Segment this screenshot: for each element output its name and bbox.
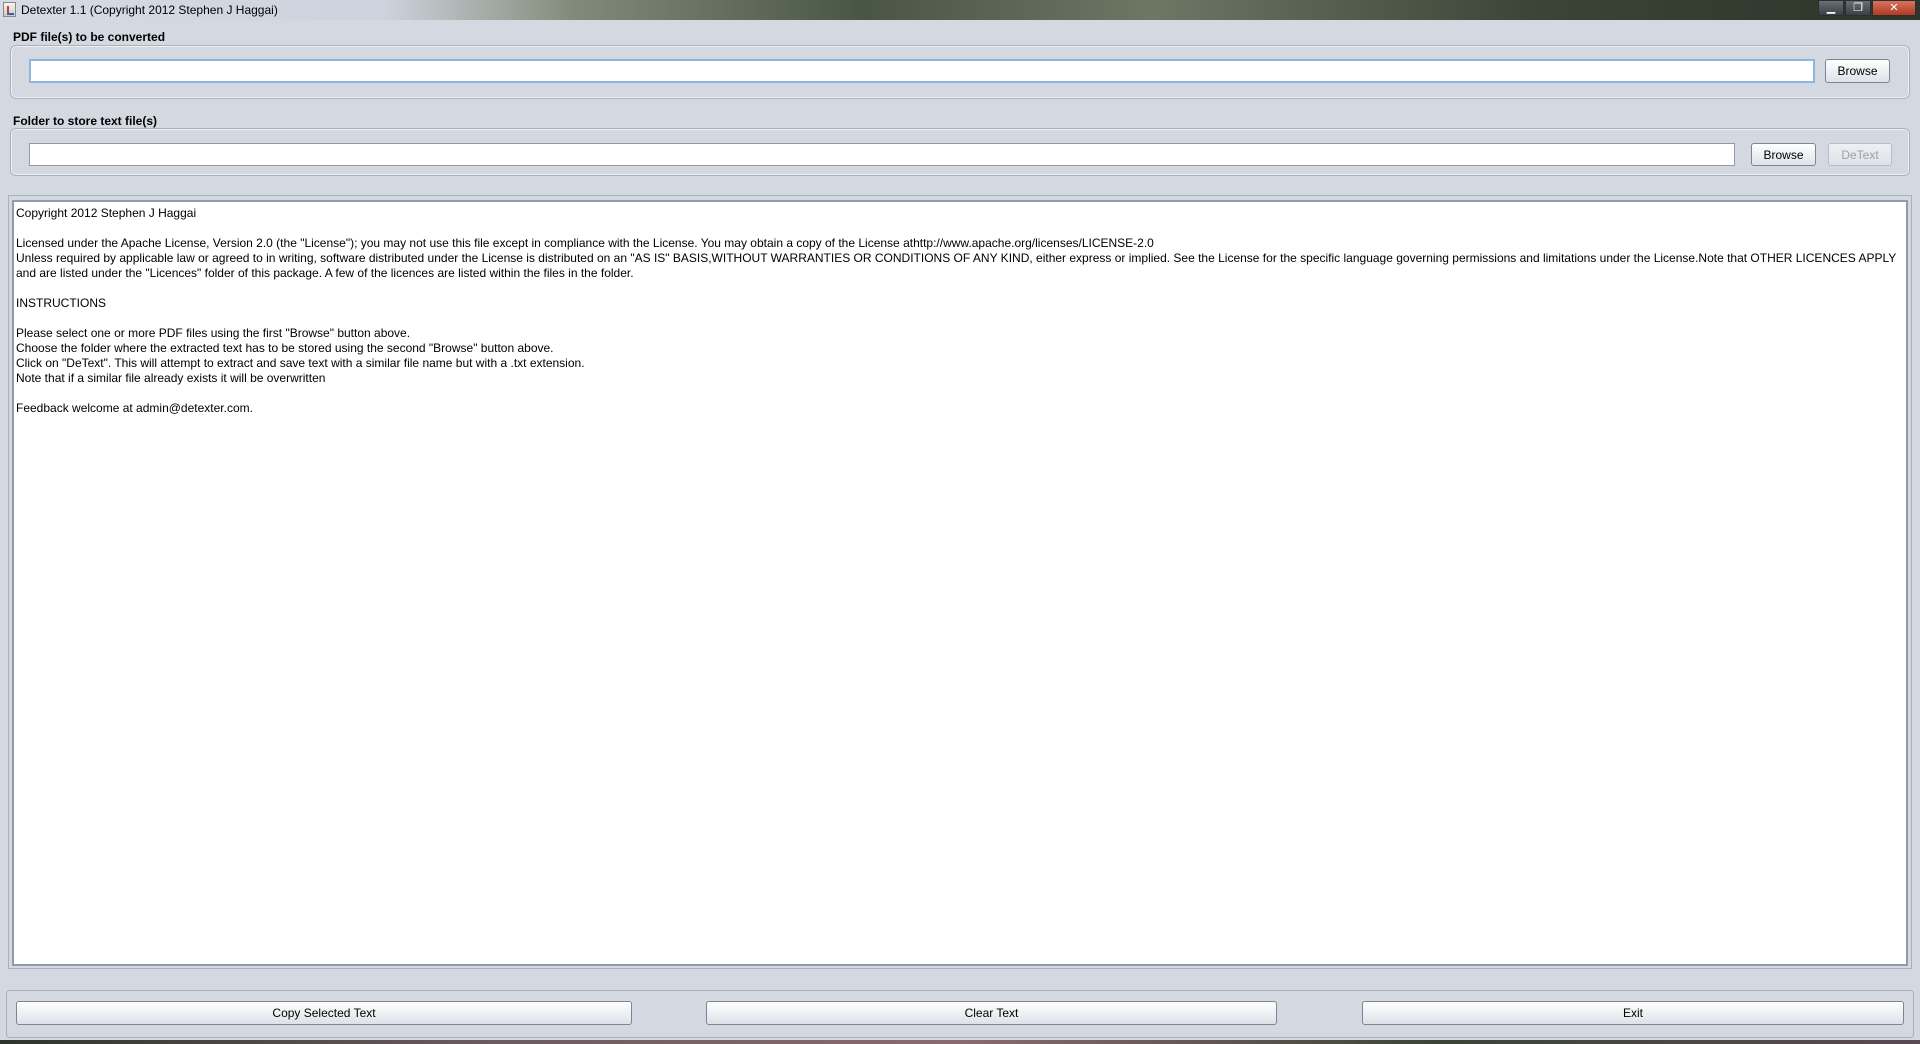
output-folder-input[interactable] [29, 143, 1735, 166]
text-blank-line [16, 221, 1904, 236]
pdf-section-label: PDF file(s) to be converted [13, 30, 166, 44]
text-line: Unless required by applicable law or agr… [16, 251, 1900, 280]
text-line: INSTRUCTIONS [16, 296, 106, 310]
text-blank-line [16, 281, 1904, 296]
output-text-area[interactable]: Copyright 2012 Stephen J Haggai Licensed … [12, 200, 1908, 966]
window-title: Detexter 1.1 (Copyright 2012 Stephen J H… [21, 3, 278, 17]
java-app-icon [3, 2, 16, 17]
copy-selected-text-button[interactable]: Copy Selected Text [16, 1001, 632, 1025]
pdf-files-input[interactable] [29, 59, 1815, 83]
text-line: Licensed under the Apache License, Versi… [16, 236, 1154, 250]
text-line: Feedback welcome at admin@detexter.com. [16, 401, 253, 415]
minimize-icon[interactable]: ▁ [1818, 0, 1844, 16]
window-controls: ▁ ❐ ✕ [1818, 0, 1916, 16]
text-line: Please select one or more PDF files usin… [16, 326, 411, 340]
background-strip [0, 1040, 1920, 1044]
title-bar: Detexter 1.1 (Copyright 2012 Stephen J H… [0, 0, 1920, 20]
text-blank-line [16, 386, 1904, 401]
text-line: Note that if a similar file already exis… [16, 371, 326, 385]
text-line: Copyright 2012 Stephen J Haggai [16, 206, 197, 220]
folder-browse-button[interactable]: Browse [1751, 143, 1816, 166]
text-blank-line [16, 311, 1904, 326]
pdf-browse-button[interactable]: Browse [1825, 59, 1890, 83]
detext-button[interactable]: DeText [1828, 143, 1892, 166]
exit-button[interactable]: Exit [1362, 1001, 1904, 1025]
clear-text-button[interactable]: Clear Text [706, 1001, 1277, 1025]
maximize-icon[interactable]: ❐ [1845, 0, 1871, 16]
text-line: Choose the folder where the extracted te… [16, 341, 554, 355]
folder-section-label: Folder to store text file(s) [13, 114, 158, 128]
close-icon[interactable]: ✕ [1872, 0, 1916, 16]
text-line: Click on "DeText". This will attempt to … [16, 356, 585, 370]
